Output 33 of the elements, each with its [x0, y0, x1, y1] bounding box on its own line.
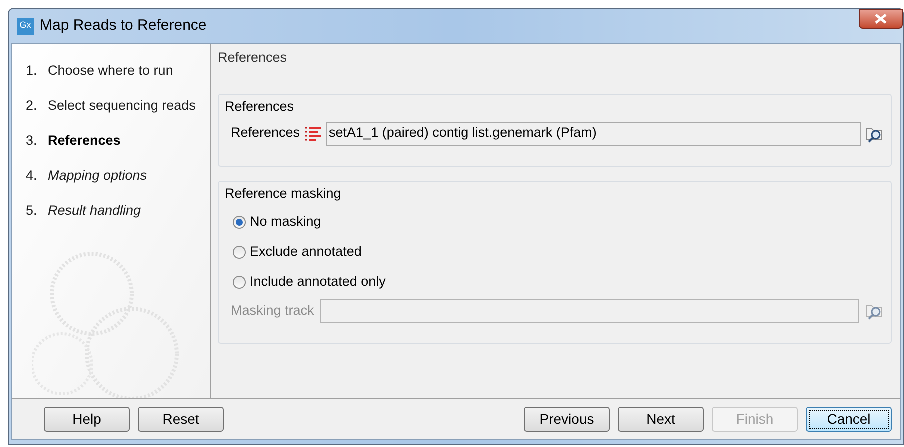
- radio-button[interactable]: [233, 276, 246, 289]
- dialog-button[interactable]: Next: [618, 406, 704, 432]
- step-number: 1.: [26, 62, 38, 80]
- group-title: Reference masking: [225, 184, 342, 203]
- page-title: References: [218, 49, 288, 67]
- step-label: Select sequencing reads: [48, 96, 196, 115]
- radio-button[interactable]: [233, 246, 246, 259]
- group-title: References: [225, 98, 296, 116]
- step-label: Result handling: [48, 202, 142, 220]
- window-title: Map Reads to Reference: [40, 16, 207, 36]
- field-label: Masking track: [231, 302, 314, 320]
- field-label: References: [231, 124, 300, 142]
- app-logo: Gx: [17, 18, 34, 34]
- radio-option[interactable]: Include annotated only: [233, 272, 885, 293]
- radio-option[interactable]: No masking: [233, 212, 885, 233]
- step-label: Mapping options: [48, 166, 148, 185]
- dialog-button[interactable]: Help: [44, 406, 130, 432]
- list-icon: [304, 126, 322, 140]
- close-button[interactable]: [859, 9, 903, 29]
- step-label: Choose where to run: [48, 62, 174, 80]
- step-number: 3.: [26, 132, 38, 150]
- dialog-button[interactable]: Cancel: [806, 406, 892, 432]
- step-number: 4.: [26, 166, 38, 185]
- references-field[interactable]: setA1_1 (paired) contig list.genemark (Pfam): [326, 122, 861, 146]
- step-label: References: [48, 132, 121, 150]
- close-icon: [875, 14, 887, 24]
- dialog-button[interactable]: Previous: [524, 406, 610, 432]
- dialog-button[interactable]: Reset: [138, 406, 224, 432]
- step-number: 2.: [26, 96, 38, 115]
- step-number: 5.: [26, 202, 38, 220]
- radio-option[interactable]: Exclude annotated: [233, 242, 885, 263]
- radio-button[interactable]: [233, 216, 246, 229]
- masking-track-field[interactable]: [320, 298, 859, 323]
